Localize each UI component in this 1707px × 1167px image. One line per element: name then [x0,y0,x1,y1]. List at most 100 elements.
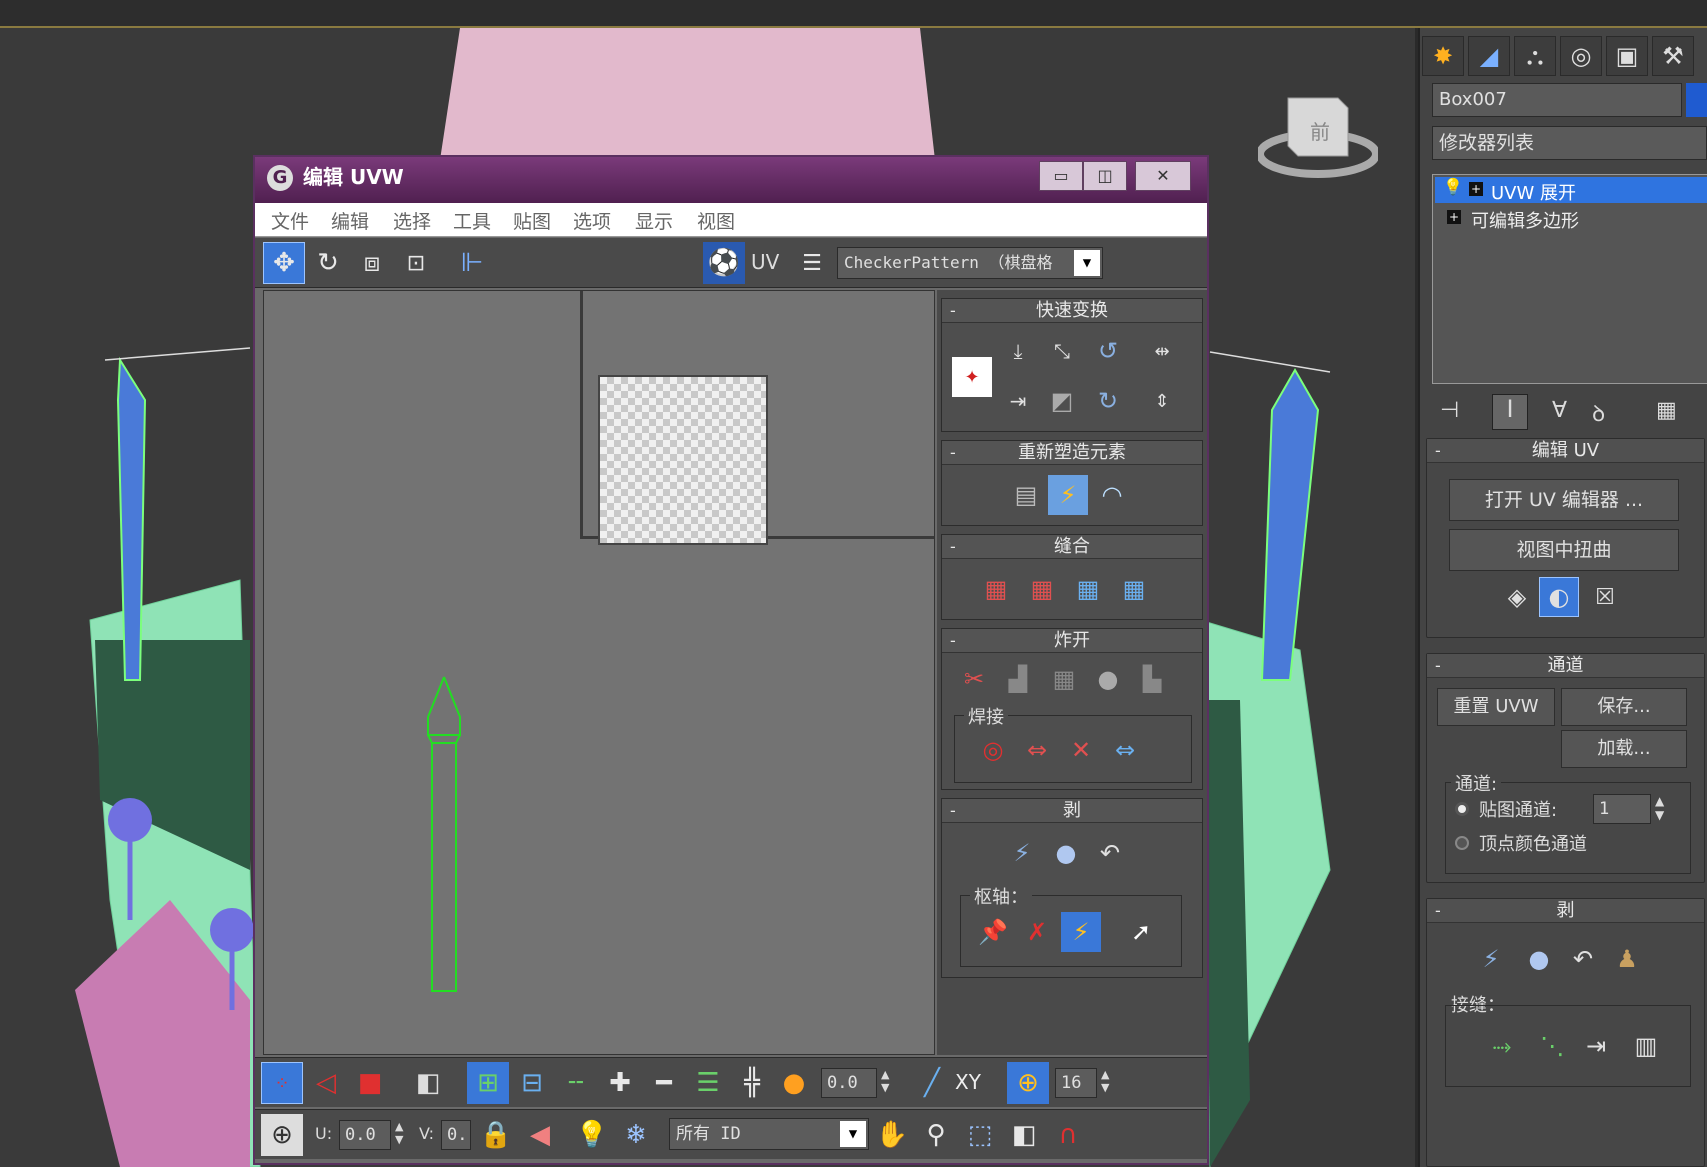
uv-label[interactable]: UV [751,250,779,274]
pick-texture-icon[interactable]: ◐ [1539,577,1579,617]
pelt-map-icon[interactable]: ♟ [1607,939,1647,979]
spinner-arrows-icon[interactable]: ▲ ▼ [395,1120,403,1146]
texture-dropdown[interactable]: CheckerPattern （棋盘格 ▼ [837,247,1103,279]
show-end-result-icon[interactable]: I [1492,394,1528,430]
auto-pin-icon[interactable]: ⚡ [1061,912,1101,952]
expand-plus-icon[interactable]: + [1469,182,1483,196]
pin-stack-icon[interactable]: ⊣ [1440,398,1459,423]
flatten-by-angle-icon[interactable]: ▟ [998,659,1038,699]
peel-header[interactable]: -剥 [942,799,1202,823]
display-tab-icon[interactable]: ▣ [1606,36,1648,76]
material-id-dropdown[interactable]: 所有 ID ▼ [669,1118,869,1150]
xy-label[interactable]: XY [955,1070,981,1094]
make-unique-icon[interactable]: ∀ [1552,398,1567,423]
pan-hand-icon[interactable]: ✋ [871,1114,913,1156]
grid-spinner[interactable]: 16 [1055,1068,1097,1098]
remove-modifier-icon[interactable]: ꝺ [1592,398,1605,428]
explode-header[interactable]: - 炸开 [942,629,1202,653]
vertex-mode-icon[interactable]: ⁘ [261,1062,303,1104]
flatten-custom-icon[interactable]: ▙ [1132,659,1172,699]
straighten-selection-icon[interactable]: ▤ [1006,475,1046,515]
save-button[interactable]: 保存... [1561,688,1687,726]
uv-editor-titlebar[interactable]: G 编辑 UVW ▭ ◫ ✕ [255,157,1207,203]
stitch-header[interactable]: - 缝合 [942,535,1202,559]
v-spinner[interactable]: 0. [441,1120,471,1150]
break-icon[interactable]: ✂ [954,659,994,699]
uv-cluster[interactable] [264,291,935,1055]
menu-options[interactable]: 选项 [573,207,611,234]
space-vertical-icon[interactable]: ⇕ [1142,381,1182,421]
soft-selection-falloff-spinner[interactable]: 0.0 [821,1068,877,1098]
weld-edge-icon[interactable]: ⇔ [1105,730,1145,770]
load-button[interactable]: 加载... [1561,730,1687,768]
menu-tools[interactable]: 工具 [453,207,491,234]
menu-mapping[interactable]: 贴图 [513,207,551,234]
peel-mode-icon[interactable]: ● [1046,833,1086,873]
select-pinned-icon[interactable]: ➚ [1121,912,1161,952]
flatten-by-material-icon[interactable]: ● [1088,659,1128,699]
menu-view[interactable]: 视图 [697,207,735,234]
expand-seams-icon[interactable]: ▥ [1626,1026,1666,1066]
minimize-button[interactable]: ▭ [1039,161,1083,191]
map-channel-radio[interactable] [1455,802,1469,816]
stitch-to-target-icon[interactable]: ▦ [976,569,1016,609]
vertex-color-radio[interactable] [1455,836,1469,850]
zoom-region-icon[interactable]: ⬚ [959,1114,1001,1156]
stitch-custom-icon[interactable]: ▦ [1114,569,1154,609]
quick-peel-icon[interactable]: ⚡ [1471,939,1511,979]
flatten-by-polygon-icon[interactable]: ▦ [1044,659,1084,699]
align-straighten-icon[interactable]: ⤡ [1042,331,1082,371]
falloff-distance-icon[interactable]: ╱ [911,1062,953,1104]
menu-select[interactable]: 选择 [393,207,431,234]
quick-transform-header[interactable]: - 快速变换 [942,299,1202,323]
menu-file[interactable]: 文件 [271,207,309,234]
shrink-selection-icon[interactable]: ⊟ [511,1062,553,1104]
quick-peel-icon[interactable]: ⚡ [1002,833,1042,873]
expand-plus-icon[interactable]: + [1447,210,1461,224]
stack-item-uvw-unwrap[interactable]: 💡 + UVW 展开 [1435,177,1707,204]
lock-icon[interactable]: 🔒 [475,1114,517,1156]
align-to-edge-icon[interactable]: ◩ [1042,381,1082,421]
reset-peel-icon[interactable]: ☒ [1585,577,1625,617]
ring-grow-icon[interactable]: ╬ [731,1062,773,1104]
tweak-in-view-button[interactable]: 视图中扭曲 [1449,529,1679,571]
move-tool-icon[interactable]: ✥ [263,242,305,284]
channel-rollout-header[interactable]: - 通道 [1427,654,1704,678]
spinner-arrows-icon[interactable]: ▲ ▼ [1101,1068,1109,1094]
open-uv-editor-button[interactable]: 打开 UV 编辑器 ... [1449,479,1679,521]
weld-threshold-icon[interactable]: ✕ [1061,730,1101,770]
grow-selection-icon[interactable]: ⊞ [467,1062,509,1104]
freeform-mode-icon[interactable]: ⊡ [395,242,437,284]
zoom-icon[interactable]: ⚲ [915,1114,957,1156]
spinner-arrows-icon[interactable]: ▲ ▼ [1655,794,1664,822]
hide-icon[interactable]: ◀ [519,1114,561,1156]
viewcube[interactable]: 前 [1256,88,1380,178]
snap-icon[interactable]: ∩ [1047,1114,1089,1156]
maximize-button[interactable]: ◫ [1083,161,1127,191]
soft-selection-icon[interactable]: ● [773,1062,815,1104]
map-channel-spinner[interactable]: 1 [1593,794,1651,824]
uv-canvas[interactable] [263,290,935,1055]
pin-icon[interactable]: 📌 [973,912,1013,952]
loop-icon[interactable]: ╌ [555,1062,597,1104]
unpin-icon[interactable]: ✗ [1017,912,1057,952]
stitch-average-icon[interactable]: ▦ [1022,569,1062,609]
mirror-icon[interactable]: ⊩ [451,242,493,284]
grid-snap-icon[interactable]: ⊕ [1007,1062,1049,1104]
modifier-list-dropdown[interactable]: 修改器列表 [1432,126,1707,160]
absolute-offset-icon[interactable]: ⊕ [261,1114,303,1156]
close-button[interactable]: ✕ [1135,161,1191,191]
planar-map-icon[interactable]: ◈ [1497,577,1537,617]
rotate-cw-90-icon[interactable]: ↻ [1088,381,1128,421]
weld-target-icon[interactable]: ◎ [973,730,1013,770]
configure-sets-icon[interactable]: ▦ [1656,398,1677,423]
menu-display[interactable]: 显示 [635,207,673,234]
texture-settings-icon[interactable]: ☰ [791,242,833,284]
relax-settings-icon[interactable]: ◠ [1092,475,1132,515]
peel-mode-icon[interactable]: ● [1519,939,1559,979]
edge-mode-icon[interactable]: ◁ [305,1062,347,1104]
object-color-swatch[interactable] [1686,83,1707,117]
reshape-header[interactable]: - 重新塑造元素 [942,441,1202,465]
stack-item-editable-poly[interactable]: + 可编辑多边形 [1435,205,1707,232]
reset-peel-icon[interactable]: ↶ [1090,833,1130,873]
